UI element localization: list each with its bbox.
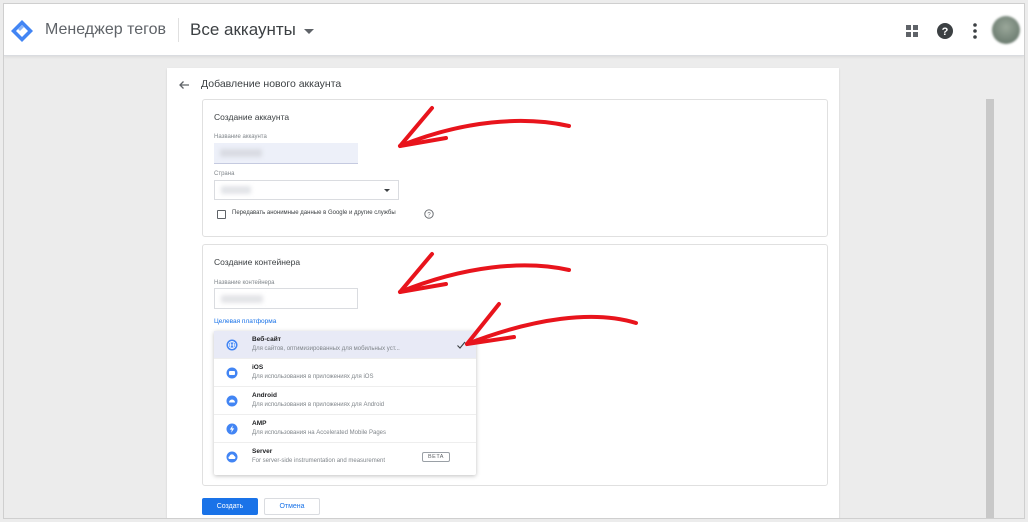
tag-manager-logo-icon[interactable]: [10, 19, 34, 43]
share-data-checkbox[interactable]: [217, 210, 226, 219]
platform-option-ios[interactable]: iOS Для использования в приложениях для …: [214, 359, 476, 387]
amp-bolt-icon: [226, 423, 238, 435]
browser-frame: Менеджер тегов Все аккаунты ? Добавление…: [3, 3, 1025, 519]
scrollbar[interactable]: [986, 99, 994, 518]
platform-name: AMP: [252, 420, 267, 427]
help-outline-icon[interactable]: ?: [424, 209, 434, 219]
chevron-down-icon: [384, 189, 390, 192]
platform-description: For server-side instrumentation and meas…: [252, 458, 386, 464]
platform-description: Для использования в приложениях для Andr…: [252, 402, 385, 408]
platform-option-web[interactable]: Веб-сайт Для сайтов, оптимизированных дл…: [214, 331, 476, 359]
platform-name: iOS: [252, 364, 264, 371]
platform-name: Server: [252, 448, 273, 455]
container-name-input[interactable]: [214, 288, 358, 309]
help-icon[interactable]: ?: [936, 22, 954, 40]
more-vert-icon[interactable]: [966, 22, 984, 40]
account-selector-label: Все аккаунты: [190, 20, 296, 39]
android-icon: [226, 395, 238, 407]
container-section: Создание контейнера Название контейнера …: [202, 244, 828, 486]
platform-description: Для сайтов, оптимизированных для мобильн…: [252, 346, 400, 352]
platform-name: Android: [252, 392, 277, 399]
platform-option-amp[interactable]: AMP Для использования на Accelerated Mob…: [214, 415, 476, 443]
account-name-label: Название аккаунта: [214, 134, 267, 140]
web-globe-icon: [226, 339, 238, 351]
svg-text:?: ?: [942, 26, 949, 38]
target-platform-label: Целевая платформа: [214, 318, 277, 325]
container-section-title: Создание контейнера: [214, 257, 301, 267]
create-button[interactable]: Создать: [202, 498, 258, 515]
platform-option-android[interactable]: Android Для использования в приложениях …: [214, 387, 476, 415]
back-arrow-icon[interactable]: [177, 78, 191, 92]
country-select[interactable]: [214, 180, 399, 200]
cloud-icon: [226, 451, 238, 463]
country-label: Страна: [214, 171, 235, 177]
share-data-label: Передавать анонимные данные в Google и д…: [232, 210, 396, 216]
account-selector[interactable]: Все аккаунты: [190, 20, 314, 40]
platform-option-server[interactable]: Server For server-side instrumentation a…: [214, 443, 476, 471]
platform-description: Для использования на Accelerated Mobile …: [252, 430, 386, 436]
account-section: Создание аккаунта Название аккаунта Стра…: [202, 99, 828, 237]
account-section-title: Создание аккаунта: [214, 112, 290, 122]
redacted-value: [221, 295, 263, 303]
check-icon: [457, 341, 466, 349]
app-title: Менеджер тегов: [45, 21, 166, 38]
redacted-value: [220, 149, 262, 157]
platform-name: Веб-сайт: [252, 336, 281, 343]
cancel-button[interactable]: Отмена: [264, 498, 320, 515]
platform-list: Веб-сайт Для сайтов, оптимизированных дл…: [214, 331, 476, 475]
account-name-input[interactable]: [214, 143, 358, 164]
redacted-value: [221, 186, 251, 194]
container-name-label: Название контейнера: [214, 280, 275, 286]
ios-icon: [226, 367, 238, 379]
avatar[interactable]: [992, 16, 1020, 44]
apps-icon[interactable]: [903, 22, 921, 40]
new-account-card: Добавление нового аккаунта Создание акка…: [167, 68, 839, 518]
top-app-bar: Менеджер тегов Все аккаунты ?: [4, 4, 1024, 56]
title-divider: [178, 18, 179, 42]
chevron-down-icon: [303, 28, 314, 34]
platform-description: Для использования в приложениях для iOS: [252, 374, 374, 380]
page-title: Добавление нового аккаунта: [201, 78, 342, 90]
beta-badge: BETA: [422, 452, 450, 462]
